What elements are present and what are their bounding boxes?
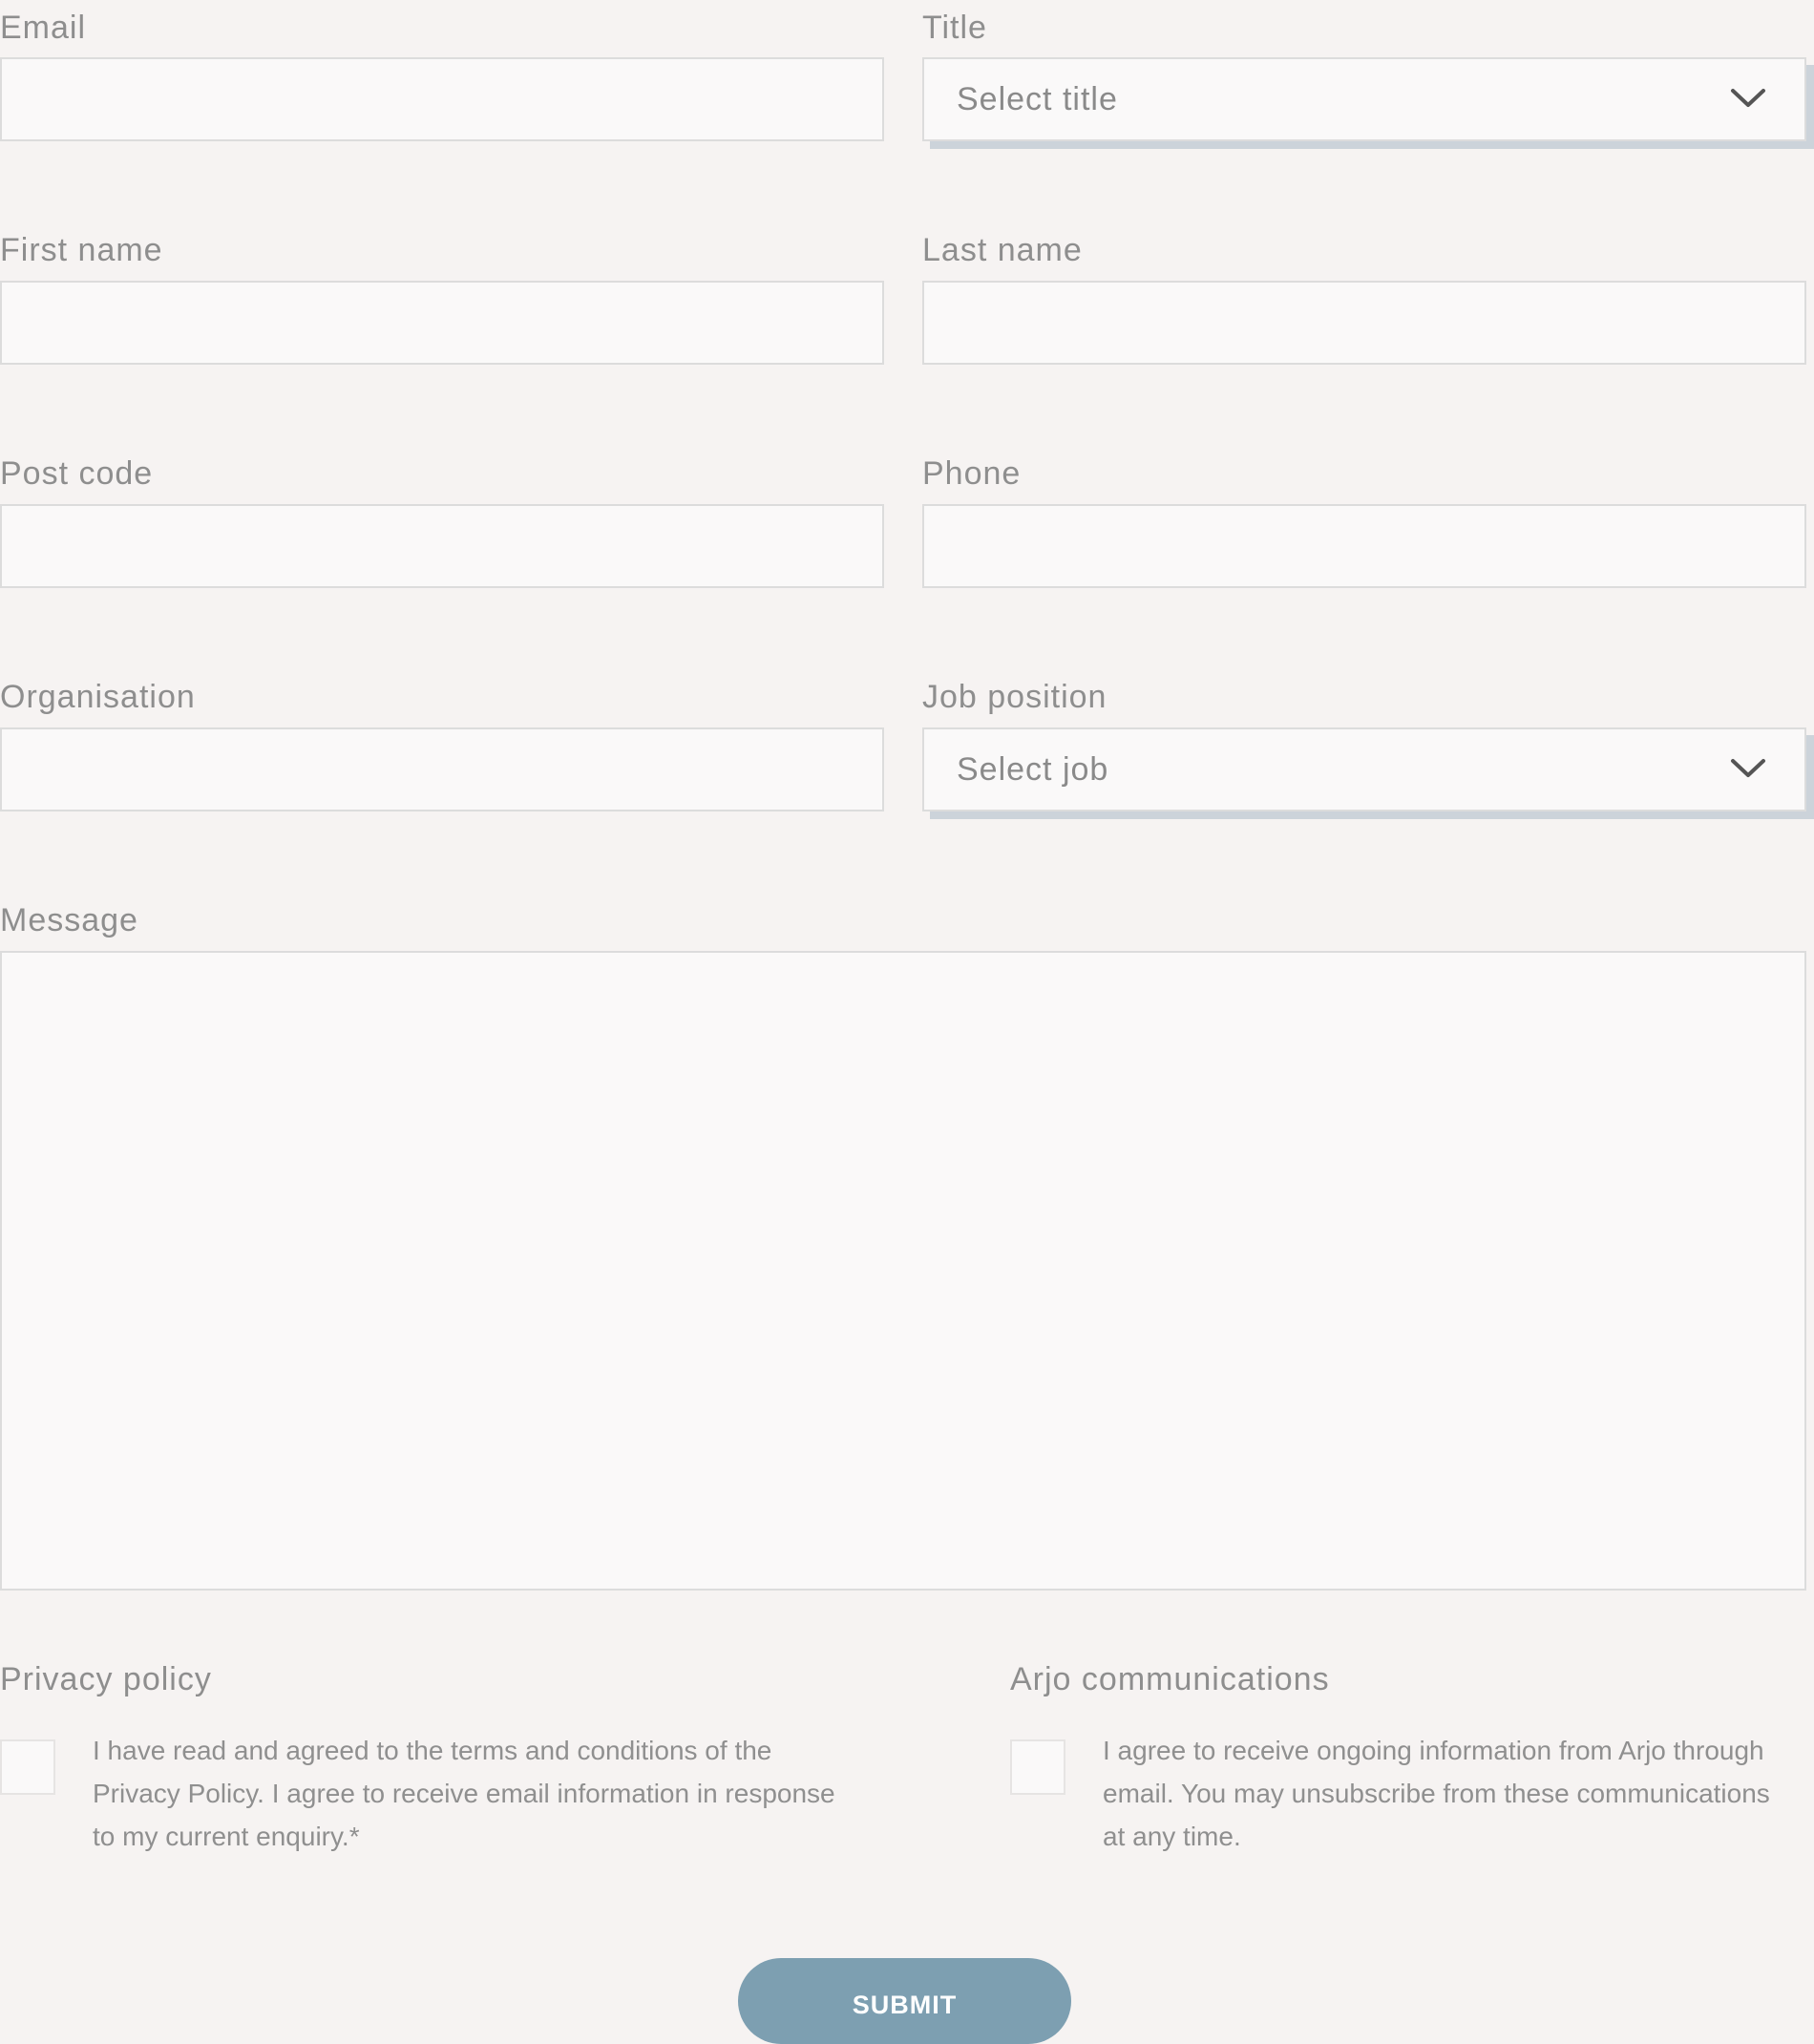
first-name-label: First name xyxy=(0,232,163,268)
chevron-down-icon xyxy=(1731,759,1765,777)
privacy-policy-label: Privacy policy xyxy=(0,1661,212,1697)
last-name-input[interactable] xyxy=(922,281,1806,365)
job-position-select-value: Select job xyxy=(957,750,1109,788)
email-input[interactable] xyxy=(0,57,884,141)
submit-button[interactable]: SUBMIT xyxy=(738,1958,1071,2044)
title-label: Title xyxy=(922,10,987,46)
job-position-label: Job position xyxy=(922,679,1107,715)
organisation-label: Organisation xyxy=(0,679,196,715)
phone-input[interactable] xyxy=(922,504,1806,588)
email-label: Email xyxy=(0,10,87,46)
arjo-communications-checkbox[interactable] xyxy=(1010,1739,1065,1795)
privacy-policy-text: I have read and agreed to the terms and … xyxy=(93,1736,835,1851)
title-select[interactable]: Select title xyxy=(922,57,1806,141)
title-select-value: Select title xyxy=(957,80,1118,117)
last-name-label: Last name xyxy=(922,232,1083,268)
message-label: Message xyxy=(0,902,138,938)
privacy-policy-checkbox[interactable] xyxy=(0,1739,55,1795)
post-code-label: Post code xyxy=(0,455,154,492)
job-position-select[interactable]: Select job xyxy=(922,727,1806,811)
phone-label: Phone xyxy=(922,455,1022,492)
organisation-input[interactable] xyxy=(0,727,884,811)
message-textarea[interactable] xyxy=(0,951,1806,1591)
post-code-input[interactable] xyxy=(0,504,884,588)
arjo-communications-label: Arjo communications xyxy=(1010,1661,1330,1697)
chevron-down-icon xyxy=(1731,89,1765,107)
first-name-input[interactable] xyxy=(0,281,884,365)
arjo-communications-text: I agree to receive ongoing information f… xyxy=(1103,1736,1770,1851)
